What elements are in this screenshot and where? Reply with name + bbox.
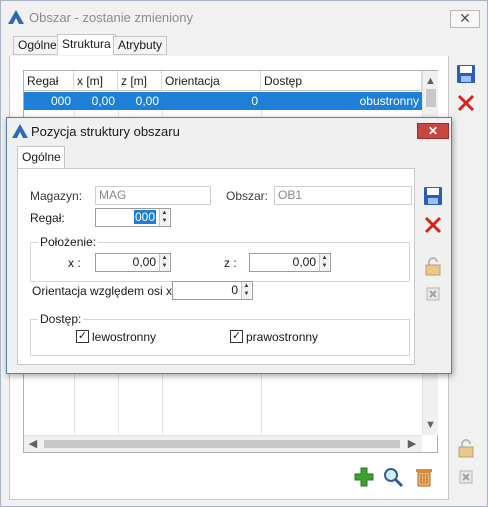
padlock-icon	[425, 257, 441, 276]
polozenie-title: Położenie:	[38, 235, 99, 249]
regal-input[interactable]: 000 ▲ ▼	[95, 208, 171, 227]
cell-x: 0,00	[91, 94, 115, 108]
tab-ogolne[interactable]: Ogólne	[13, 36, 62, 55]
column-header-regal[interactable]: Regał	[24, 71, 74, 91]
red-x-icon[interactable]	[422, 214, 444, 236]
floppy-disk-icon[interactable]	[422, 185, 444, 207]
orientacja-input[interactable]: 0 ▲ ▼	[172, 281, 253, 300]
magnifier-icon[interactable]	[382, 466, 404, 488]
scroll-down-icon[interactable]: ▼	[423, 417, 438, 433]
cell-dostep: obustronny	[359, 94, 419, 108]
scroll-right-icon[interactable]: ▶	[405, 436, 419, 452]
padlock-icon	[458, 439, 474, 458]
table-row-selected[interactable]: 000 0,00 0,00 0 obustronny	[24, 92, 422, 110]
title-bar: Obszar - zostanie zmieniony ✕	[1, 1, 487, 33]
dialog-tab-panel: Magazyn: MAG Obszar: OB1 Regał: 000 ▲ ▼ P…	[17, 168, 415, 365]
scroll-thumb[interactable]	[426, 89, 436, 107]
app-logo-icon	[8, 10, 24, 24]
window-title: Obszar - zostanie zmieniony	[29, 10, 194, 25]
prawostronny-label: prawostronny	[246, 330, 319, 344]
x-value: 0,00	[132, 255, 156, 269]
trash-can-icon[interactable]	[413, 466, 435, 488]
structure-position-dialog: Pozycja struktury obszaru ✕ Ogólne Magaz…	[6, 117, 452, 374]
dialog-tab-ogolne[interactable]: Ogólne	[17, 146, 65, 169]
cell-orientacja: 0	[251, 94, 258, 108]
magazyn-label: Magazyn:	[30, 189, 83, 203]
window-close-button[interactable]: ✕	[450, 10, 480, 28]
cell-regal: 000	[50, 94, 71, 108]
pin-icon	[459, 470, 473, 484]
dostep-title: Dostęp:	[38, 312, 84, 326]
orientacja-label: Orientacja względem osi x :	[32, 284, 179, 298]
column-header-x[interactable]: x [m]	[74, 71, 118, 91]
column-header-z[interactable]: z [m]	[118, 71, 162, 91]
prawostronny-checkbox[interactable]: ✓	[230, 330, 243, 343]
lewostronny-label: lewostronny	[92, 330, 157, 344]
dialog-close-button[interactable]: ✕	[417, 123, 449, 139]
x-stepper[interactable]: ▲ ▼	[159, 254, 169, 271]
z-input[interactable]: 0,00 ▲ ▼	[249, 253, 331, 272]
tab-struktura[interactable]: Struktura	[57, 34, 116, 55]
tab-atrybuty[interactable]: Atrybuty	[113, 36, 168, 55]
dialog-title: Pozycja struktury obszaru	[31, 124, 180, 139]
scroll-up-icon[interactable]: ▲	[423, 73, 438, 89]
regal-label: Regał:	[30, 211, 65, 225]
orientacja-stepper[interactable]: ▲ ▼	[241, 282, 251, 299]
hscroll-thumb[interactable]	[44, 440, 400, 448]
green-plus-icon[interactable]	[353, 466, 375, 488]
z-stepper[interactable]: ▲ ▼	[319, 254, 329, 271]
red-x-icon[interactable]	[455, 92, 477, 114]
obszar-field: OB1	[274, 186, 412, 205]
horizontal-scrollbar[interactable]: ◀ ▶	[24, 435, 422, 452]
floppy-disk-icon[interactable]	[455, 63, 477, 85]
regal-value: 000	[133, 210, 156, 224]
scroll-left-icon[interactable]: ◀	[26, 436, 40, 452]
pin-icon	[426, 287, 440, 301]
z-label: z :	[224, 256, 237, 270]
regal-stepper[interactable]: ▲ ▼	[159, 209, 169, 226]
column-header-dostep[interactable]: Dostęp	[261, 71, 422, 91]
dialog-title-bar: Pozycja struktury obszaru ✕	[7, 118, 451, 144]
cell-z: 0,00	[135, 94, 159, 108]
x-label: x :	[68, 256, 81, 270]
magazyn-field: MAG	[95, 186, 211, 205]
x-input[interactable]: 0,00 ▲ ▼	[95, 253, 171, 272]
orientacja-value: 0	[231, 283, 238, 297]
column-header-orientacja[interactable]: Orientacja [stopni]	[162, 71, 261, 108]
z-value: 0,00	[292, 255, 316, 269]
obszar-label: Obszar:	[226, 189, 269, 203]
app-logo-icon	[12, 124, 28, 138]
lewostronny-checkbox[interactable]: ✓	[76, 330, 89, 343]
